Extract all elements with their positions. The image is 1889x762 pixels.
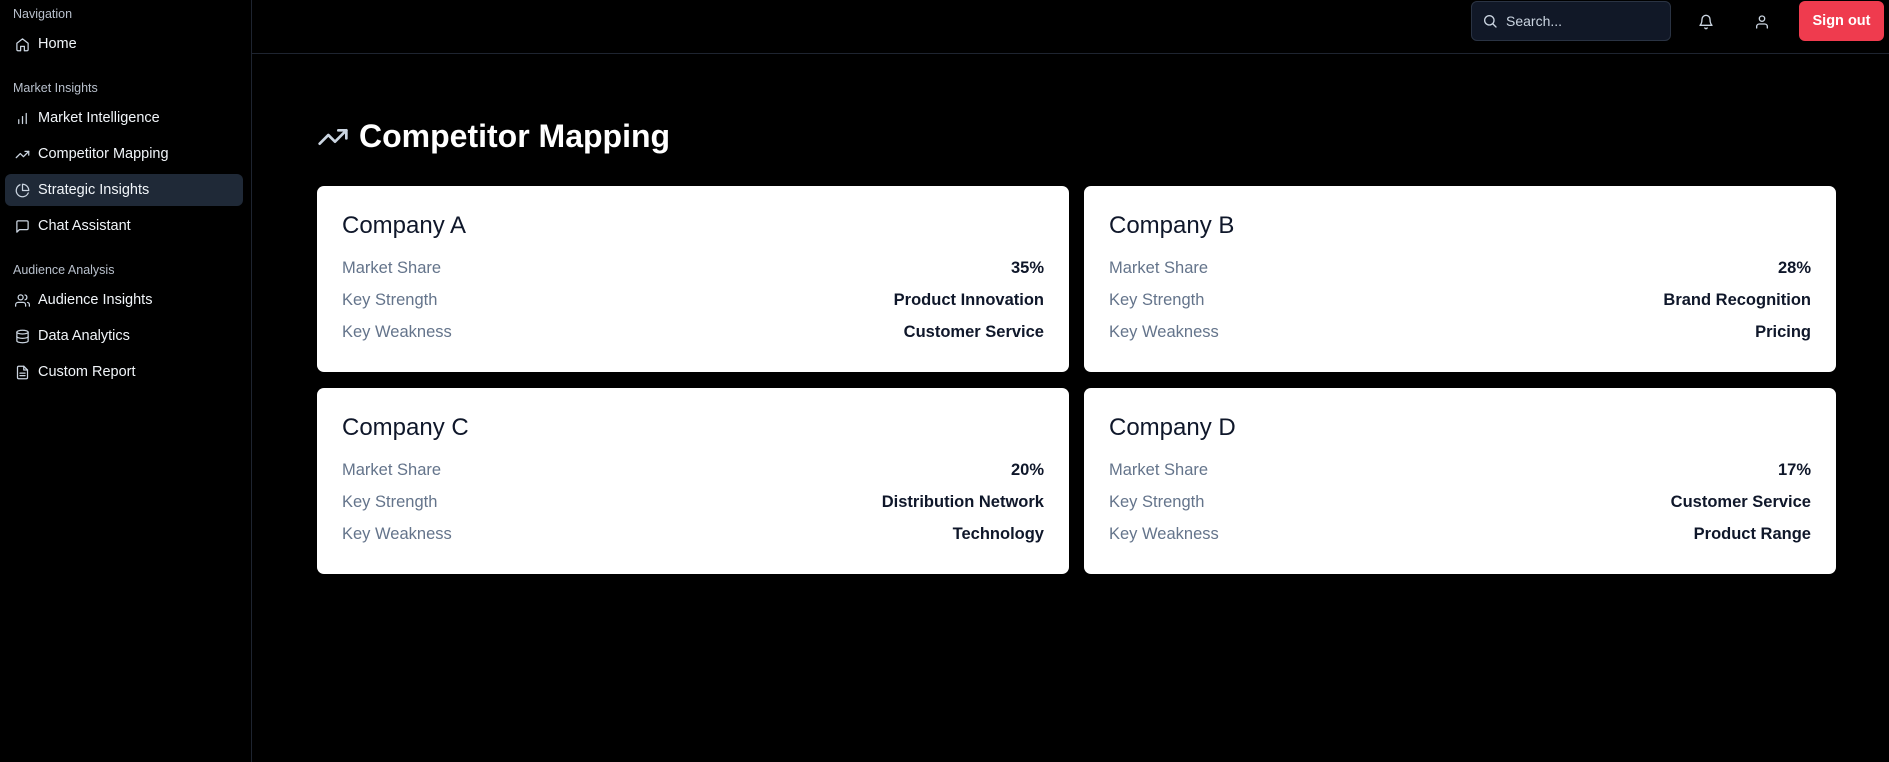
company-name: Company D <box>1109 414 1236 441</box>
row-label: Key Strength <box>342 290 438 309</box>
database-icon <box>14 328 30 344</box>
key-weakness-row: Key Weakness Pricing <box>1109 316 1811 348</box>
company-card: Company C Market Share 20% Key Strength … <box>317 388 1069 574</box>
sidebar-section-market-insights: Market Insights Market Intelligence Comp… <box>0 80 251 242</box>
market-share-row: Market Share 35% <box>342 252 1044 284</box>
row-value: 35% <box>1010 258 1044 277</box>
row-label: Market Share <box>1109 258 1209 277</box>
row-value: Technology <box>952 524 1044 543</box>
sidebar-item-data-analytics[interactable]: Data Analytics <box>5 320 243 352</box>
message-square-icon <box>14 218 30 234</box>
bell-icon <box>1698 14 1714 30</box>
market-share-row: Market Share 20% <box>342 454 1044 486</box>
row-label: Key Weakness <box>342 322 452 341</box>
company-card: Company D Market Share 17% Key Strength … <box>1084 388 1836 574</box>
key-weakness-row: Key Weakness Customer Service <box>342 316 1044 348</box>
key-strength-row: Key Strength Distribution Network <box>342 486 1044 518</box>
sidebar-item-market-intelligence[interactable]: Market Intelligence <box>5 102 243 134</box>
sidebar-section-audience-analysis: Audience Analysis Audience Insights Data… <box>0 262 251 388</box>
sidebar-item-label: Data Analytics <box>38 328 130 344</box>
row-value: Distribution Network <box>881 492 1044 511</box>
company-name: Company C <box>342 414 469 441</box>
trending-up-icon <box>14 146 30 162</box>
key-strength-row: Key Strength Product Innovation <box>342 284 1044 316</box>
key-weakness-row: Key Weakness Product Range <box>1109 518 1811 550</box>
pie-chart-icon <box>14 182 30 198</box>
row-value: Customer Service <box>1670 492 1811 511</box>
sidebar-item-label: Home <box>38 36 77 52</box>
row-label: Market Share <box>1109 460 1209 479</box>
user-profile-button[interactable] <box>1748 8 1776 36</box>
sidebar-item-competitor-mapping[interactable]: Competitor Mapping <box>5 138 243 170</box>
section-title: Navigation <box>13 7 73 21</box>
sidebar-item-label: Strategic Insights <box>38 182 150 198</box>
company-card: Company A Market Share 35% Key Strength … <box>317 186 1069 372</box>
file-text-icon <box>14 364 30 380</box>
row-value: 20% <box>1010 460 1044 479</box>
row-value: 17% <box>1777 460 1811 479</box>
sidebar-item-audience-insights[interactable]: Audience Insights <box>5 284 243 316</box>
row-label: Key Strength <box>1109 290 1205 309</box>
key-strength-row: Key Strength Customer Service <box>1109 486 1811 518</box>
row-value: Product Range <box>1693 524 1811 543</box>
row-label: Market Share <box>342 258 442 277</box>
row-label: Key Strength <box>342 492 438 511</box>
notifications-button[interactable] <box>1692 8 1720 36</box>
company-name: Company B <box>1109 212 1235 239</box>
row-value: 28% <box>1777 258 1811 277</box>
search-box[interactable] <box>1471 1 1671 41</box>
sidebar-item-strategic-insights[interactable]: Strategic Insights <box>5 174 243 206</box>
company-card: Company B Market Share 28% Key Strength … <box>1084 186 1836 372</box>
section-title: Audience Analysis <box>13 263 115 277</box>
competitor-grid: Company A Market Share 35% Key Strength … <box>317 186 1836 574</box>
sidebar-item-label: Audience Insights <box>38 292 153 308</box>
key-strength-row: Key Strength Brand Recognition <box>1109 284 1811 316</box>
row-label: Key Weakness <box>342 524 452 543</box>
row-label: Market Share <box>342 460 442 479</box>
search-input[interactable] <box>1506 13 1666 29</box>
sign-out-button[interactable]: Sign out <box>1799 1 1884 41</box>
page-title: Competitor Mapping <box>317 118 670 155</box>
row-value: Product Innovation <box>893 290 1044 309</box>
section-title: Market Insights <box>13 81 98 95</box>
market-share-row: Market Share 17% <box>1109 454 1811 486</box>
sidebar-section-navigation: Navigation Home <box>0 6 251 60</box>
row-label: Key Weakness <box>1109 322 1219 341</box>
sidebar-item-label: Competitor Mapping <box>38 146 169 162</box>
sidebar-item-label: Chat Assistant <box>38 218 131 234</box>
bar-chart-icon <box>14 110 30 126</box>
market-share-row: Market Share 28% <box>1109 252 1811 284</box>
row-label: Key Strength <box>1109 492 1205 511</box>
sidebar: Navigation Home Market Insights Market I… <box>0 0 252 762</box>
sidebar-item-label: Custom Report <box>38 364 136 380</box>
user-icon <box>1754 14 1770 30</box>
page-title-text: Competitor Mapping <box>359 118 671 154</box>
row-value: Customer Service <box>903 322 1044 341</box>
sidebar-item-label: Market Intelligence <box>38 110 160 126</box>
sidebar-item-custom-report[interactable]: Custom Report <box>5 356 243 388</box>
key-weakness-row: Key Weakness Technology <box>342 518 1044 550</box>
sidebar-item-chat-assistant[interactable]: Chat Assistant <box>5 210 243 242</box>
row-value: Pricing <box>1755 322 1811 341</box>
search-icon <box>1482 13 1498 29</box>
row-value: Brand Recognition <box>1663 290 1811 309</box>
trending-up-icon <box>317 121 349 153</box>
company-name: Company A <box>342 212 467 239</box>
sidebar-item-home[interactable]: Home <box>5 28 243 60</box>
row-label: Key Weakness <box>1109 524 1219 543</box>
top-header: Sign out <box>252 0 1889 54</box>
home-icon <box>14 36 30 52</box>
users-icon <box>14 292 30 308</box>
